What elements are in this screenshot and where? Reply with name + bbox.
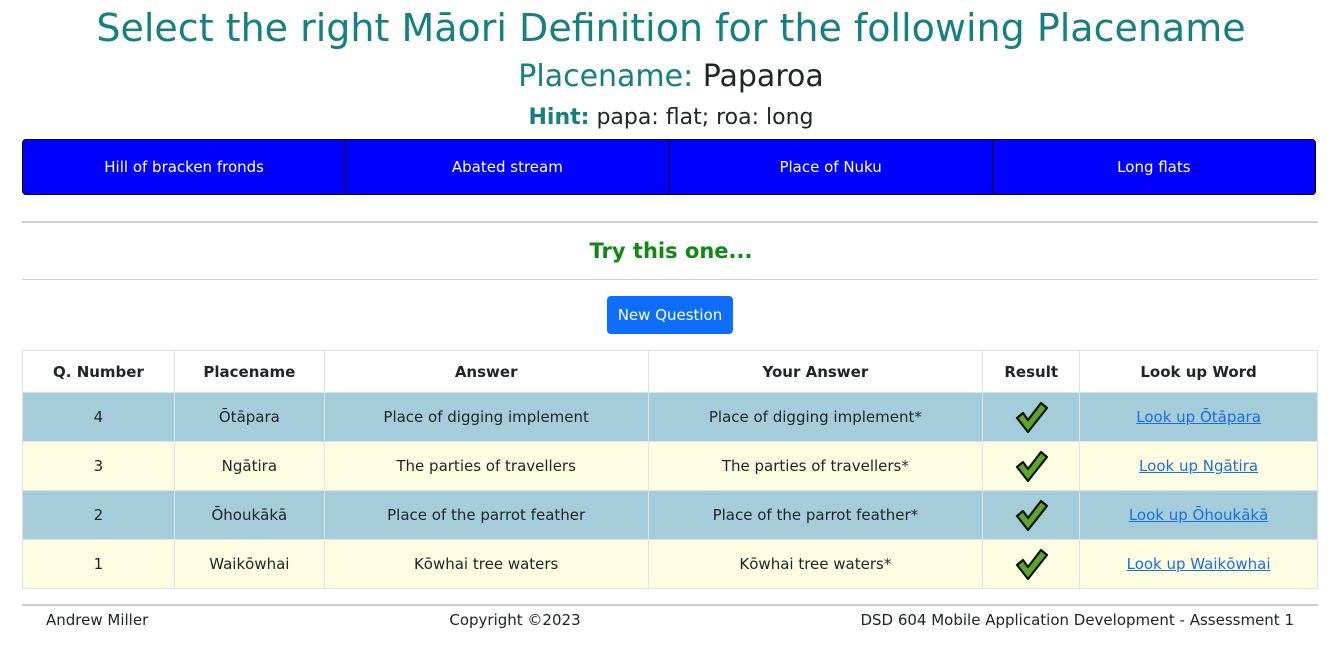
answer-choices: Hill of bracken fronds Abated stream Pla… <box>22 139 1316 195</box>
check-icon <box>1016 499 1049 532</box>
cell-answer: Place of digging implement <box>323 392 649 442</box>
table-header-row: Q. Number Placename Answer Your Answer R… <box>22 350 1318 393</box>
page-title: Select the right Māori Definition for th… <box>96 6 1246 50</box>
cell-lookup: Look up Ōhoukākā <box>1079 490 1318 540</box>
cell-your-answer: Place of digging implement* <box>647 392 984 442</box>
choice-button-2[interactable]: Abated stream <box>346 140 670 194</box>
placename-line: Placename: Paparoa <box>0 56 1342 98</box>
cell-answer: Kōwhai tree waters <box>323 539 649 589</box>
lookup-link[interactable]: Look up Ōtāpara <box>1136 408 1261 426</box>
column-header-answer: Answer <box>323 350 649 393</box>
hint-text: papa: flat; roa: long <box>596 105 814 130</box>
cell-lookup: Look up Ngātira <box>1079 441 1318 491</box>
cell-result <box>982 490 1081 540</box>
choice-button-3[interactable]: Place of Nuku <box>670 140 993 194</box>
new-question-button[interactable]: New Question <box>607 296 733 334</box>
table-row: 2 Ōhoukākā Place of the parrot feather P… <box>22 490 1318 540</box>
column-header-number: Q. Number <box>22 350 175 393</box>
status-message: Try this one... <box>589 239 753 263</box>
column-header-lookup: Look up Word <box>1079 350 1318 393</box>
check-icon <box>1016 450 1049 483</box>
results-table: Q. Number Placename Answer Your Answer R… <box>22 350 1318 589</box>
cell-number: 4 <box>22 392 175 442</box>
lookup-link[interactable]: Look up Ōhoukākā <box>1129 506 1268 524</box>
table-row: 4 Ōtāpara Place of digging implement Pla… <box>22 392 1318 442</box>
choice-button-1[interactable]: Hill of bracken fronds <box>23 140 347 194</box>
cell-answer: The parties of travellers <box>323 441 649 491</box>
column-header-placename: Placename <box>173 350 325 393</box>
cell-result <box>982 441 1081 491</box>
hint-line: Hint: papa: flat; roa: long <box>0 102 1342 134</box>
cell-lookup: Look up Waikōwhai <box>1079 539 1318 589</box>
check-icon <box>1016 548 1049 581</box>
footer-divider <box>22 604 1318 606</box>
cell-placename: Ngātira <box>173 441 325 491</box>
cell-your-answer: Place of the parrot feather* <box>647 490 984 540</box>
cell-lookup: Look up Ōtāpara <box>1079 392 1318 442</box>
cell-number: 1 <box>22 539 175 589</box>
hint-label: Hint: <box>528 105 590 130</box>
cell-placename: Waikōwhai <box>173 539 325 589</box>
divider <box>22 221 1318 223</box>
check-icon <box>1016 401 1049 434</box>
table-row: 3 Ngātira The parties of travellers The … <box>22 441 1318 491</box>
footer-course: DSD 604 Mobile Application Development -… <box>860 611 1294 629</box>
placename-value: Paparoa <box>702 59 824 94</box>
cell-placename: Ōtāpara <box>173 392 325 442</box>
column-header-result: Result <box>982 350 1081 393</box>
cell-number: 2 <box>22 490 175 540</box>
cell-result <box>982 392 1081 442</box>
cell-answer: Place of the parrot feather <box>323 490 649 540</box>
cell-placename: Ōhoukākā <box>173 490 325 540</box>
column-header-your-answer: Your Answer <box>647 350 984 393</box>
cell-your-answer: The parties of travellers* <box>647 441 984 491</box>
lookup-link[interactable]: Look up Waikōwhai <box>1127 555 1271 573</box>
divider <box>22 279 1318 280</box>
cell-your-answer: Kōwhai tree waters* <box>647 539 984 589</box>
lookup-link[interactable]: Look up Ngātira <box>1139 457 1258 475</box>
choice-button-4[interactable]: Long flats <box>993 140 1315 194</box>
cell-number: 3 <box>22 441 175 491</box>
placename-label: Placename: <box>518 59 694 94</box>
cell-result <box>982 539 1081 589</box>
table-row: 1 Waikōwhai Kōwhai tree waters Kōwhai tr… <box>22 539 1318 589</box>
